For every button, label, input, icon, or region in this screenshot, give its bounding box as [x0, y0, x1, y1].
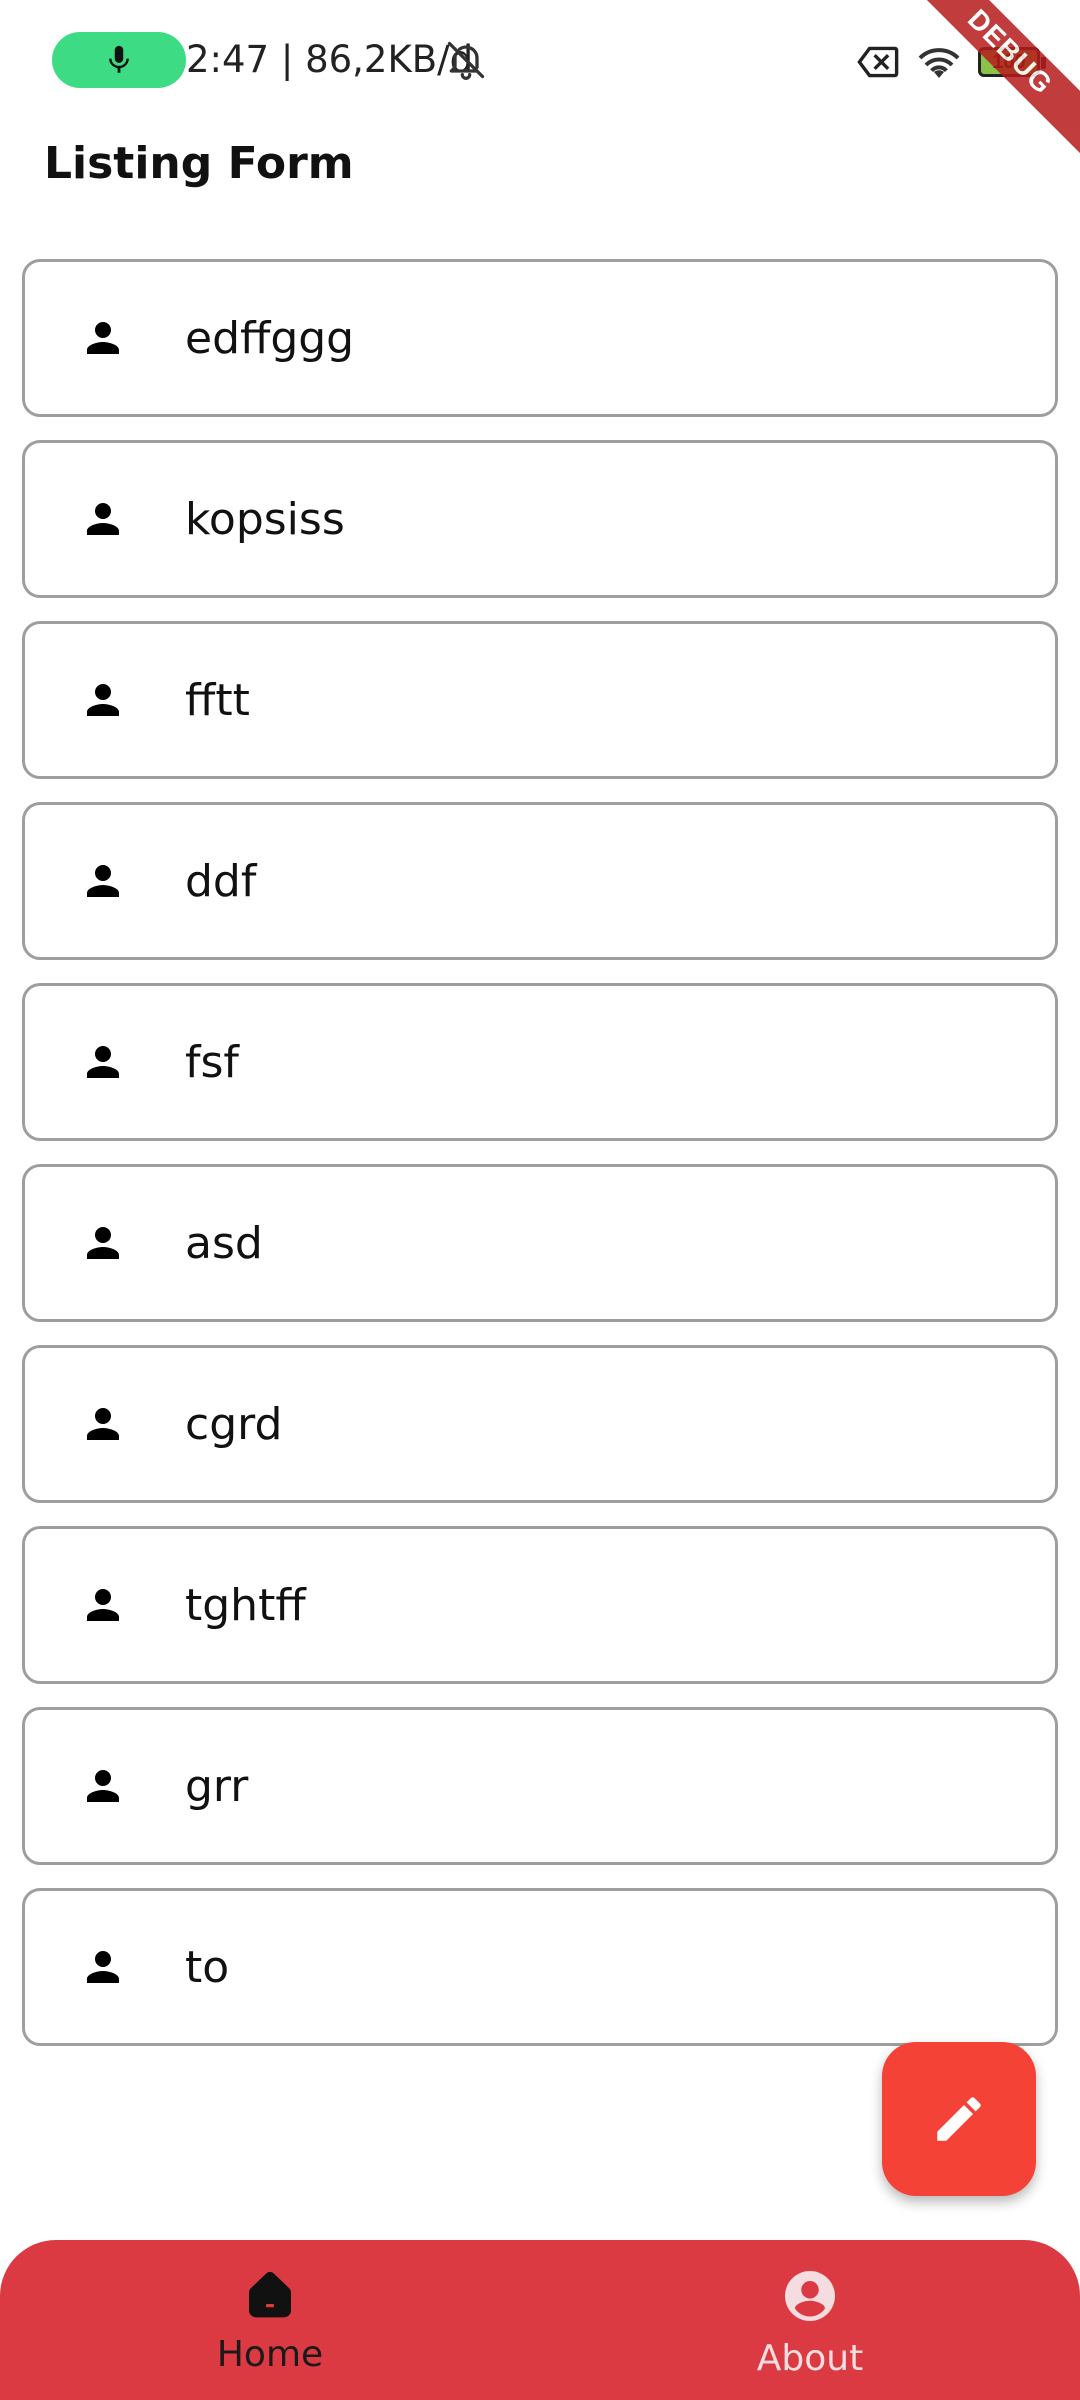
sim-off-icon: [857, 46, 899, 78]
list-item[interactable]: cgrd: [22, 1345, 1058, 1503]
screen: 2:47 | 86,2KB/d 100 DEBUG Listing Form e…: [0, 0, 1080, 2400]
nav-item-home-label: Home: [216, 2334, 324, 2375]
list-item[interactable]: to: [22, 1888, 1058, 2046]
list-item[interactable]: tghtff: [22, 1526, 1058, 1684]
status-time-network: 2:47 | 86,2KB/d: [186, 38, 474, 81]
list-item[interactable]: grr: [22, 1707, 1058, 1865]
edit-fab-button[interactable]: [882, 2042, 1036, 2196]
nav-item-about[interactable]: About: [540, 2240, 1080, 2400]
list-item-label: cgrd: [185, 1398, 283, 1450]
person-icon: [87, 865, 119, 897]
person-icon: [87, 322, 119, 354]
list-item-label: grr: [185, 1760, 249, 1812]
list-item-label: tghtff: [185, 1579, 306, 1631]
list-item[interactable]: edffggg: [22, 259, 1058, 417]
bottom-navigation: Home About: [0, 2240, 1080, 2400]
nav-item-about-label: About: [756, 2338, 864, 2379]
list-item[interactable]: kopsiss: [22, 440, 1058, 598]
microphone-icon: [109, 45, 129, 73]
list-item[interactable]: fsf: [22, 983, 1058, 1141]
list-item-label: fftt: [185, 674, 250, 726]
list-item-label: edffggg: [185, 312, 355, 364]
battery-indicator: 100: [978, 47, 1046, 77]
person-icon: [87, 503, 119, 535]
person-icon: [87, 1408, 119, 1440]
list-item[interactable]: fftt: [22, 621, 1058, 779]
person-icon: [87, 1046, 119, 1078]
list-item-label: ddf: [185, 855, 257, 907]
page-title: Listing Form: [44, 138, 354, 189]
person-icon: [87, 1770, 119, 1802]
nav-item-home[interactable]: Home: [0, 2240, 540, 2400]
list-item-label: fsf: [185, 1036, 239, 1088]
status-icons: 100: [856, 38, 1046, 86]
mic-indicator[interactable]: [52, 32, 186, 88]
list-item-label: to: [185, 1941, 230, 1993]
list-item[interactable]: ddf: [22, 802, 1058, 960]
status-bar: 2:47 | 86,2KB/d 100: [0, 0, 1080, 120]
person-icon: [87, 1227, 119, 1259]
listing: edffggg kopsiss fftt ddf fsf asd cgrd tg…: [22, 259, 1058, 2069]
bell-off-icon: [447, 41, 485, 80]
list-item-label: kopsiss: [185, 493, 345, 545]
list-item[interactable]: asd: [22, 1164, 1058, 1322]
person-icon: [87, 1951, 119, 1983]
person-icon: [87, 684, 119, 716]
edit-icon: [937, 2097, 981, 2141]
home-icon: [249, 2271, 291, 2318]
person-icon: [87, 1589, 119, 1621]
wifi-icon: [918, 48, 960, 78]
account-circle-icon: [785, 2271, 835, 2321]
list-item-label: asd: [185, 1217, 263, 1269]
